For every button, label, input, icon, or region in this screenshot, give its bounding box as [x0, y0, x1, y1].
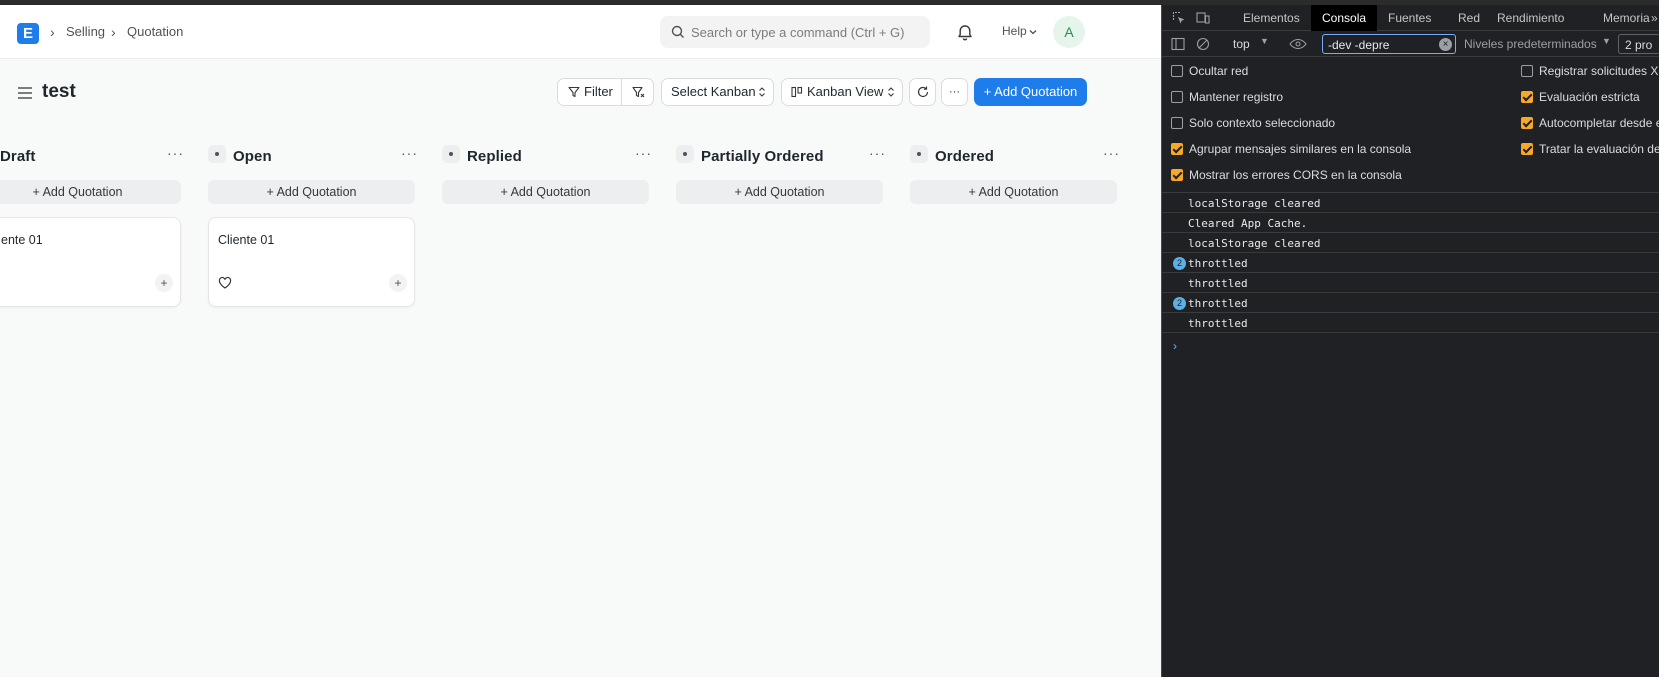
chevron-right-icon: › — [111, 24, 116, 40]
filter-settings-button[interactable] — [621, 78, 654, 106]
caret-down-icon[interactable]: ▼ — [1602, 36, 1611, 46]
filter-x-icon — [632, 86, 645, 98]
sidebar-toggle-icon[interactable] — [1171, 37, 1185, 51]
column-add-button[interactable]: + Add Quotation — [0, 180, 181, 204]
eye-icon[interactable] — [1289, 37, 1307, 51]
avatar[interactable]: A — [1053, 16, 1085, 48]
clear-console-icon[interactable] — [1196, 37, 1210, 51]
app-area: E › Selling › Quotation Search or type a… — [0, 5, 1161, 677]
column-add-button[interactable]: + Add Quotation — [208, 180, 415, 204]
column-menu-button[interactable]: ··· — [869, 145, 886, 161]
filter-icon — [568, 86, 580, 98]
bell-icon[interactable] — [955, 23, 975, 43]
card-add-button[interactable]: + — [155, 274, 173, 292]
kanban-card[interactable]: ente 01 + — [0, 217, 181, 307]
issues-counter[interactable]: 2 pro — [1618, 34, 1659, 54]
column-title-open: Open — [233, 148, 272, 165]
add-quotation-button[interactable]: + Add Quotation — [974, 78, 1087, 106]
tab-consola[interactable]: Consola — [1311, 5, 1378, 31]
search-placeholder: Search or type a command (Ctrl + G) — [691, 25, 905, 40]
console-message: throttled — [1162, 313, 1659, 333]
search-icon — [671, 25, 684, 38]
heart-icon[interactable] — [218, 276, 232, 290]
checkbox[interactable] — [1171, 65, 1183, 77]
column-indicator[interactable] — [442, 145, 460, 163]
breadcrumb-quotation[interactable]: Quotation — [127, 24, 183, 39]
select-arrows-icon — [759, 87, 765, 97]
clear-filter-icon[interactable]: × — [1439, 38, 1452, 51]
card-title: Cliente 01 — [218, 233, 275, 247]
repeat-count-badge: 2 — [1173, 257, 1186, 270]
refresh-icon — [917, 86, 929, 98]
column-indicator[interactable] — [208, 145, 226, 163]
checkbox-checked[interactable] — [1171, 143, 1183, 155]
console-prompt[interactable]: › — [1173, 339, 1177, 353]
column-menu-button[interactable]: ··· — [635, 145, 652, 161]
select-arrows-icon — [888, 87, 894, 97]
repeat-count-badge: 2 — [1173, 297, 1186, 310]
device-toolbar-icon[interactable] — [1196, 11, 1210, 25]
filter-button[interactable]: Filter — [557, 78, 622, 106]
column-indicator[interactable] — [910, 145, 928, 163]
select-kanban-button[interactable]: Select Kanban — [661, 78, 774, 106]
column-menu-button[interactable]: ··· — [1103, 145, 1120, 161]
page-title: test — [42, 81, 76, 102]
kanban-icon — [791, 86, 803, 98]
hamburger-icon[interactable] — [17, 86, 33, 100]
checkbox-checked[interactable] — [1521, 91, 1533, 103]
tab-red[interactable]: Red — [1458, 5, 1480, 31]
console-message: localStorage cleared — [1162, 233, 1659, 253]
column-add-button[interactable]: + Add Quotation — [442, 180, 649, 204]
inspect-element-icon[interactable] — [1172, 11, 1186, 25]
console-message: 2 throttled — [1162, 253, 1659, 273]
tab-fuentes[interactable]: Fuentes — [1388, 5, 1431, 31]
more-tabs-icon[interactable]: » — [1651, 5, 1658, 31]
card-title: ente 01 — [1, 233, 43, 247]
breadcrumb-selling[interactable]: Selling — [66, 24, 105, 39]
help-menu[interactable]: Help — [1002, 24, 1027, 38]
log-levels-dropdown[interactable]: Niveles predeterminados — [1464, 37, 1597, 51]
column-add-button[interactable]: + Add Quotation — [676, 180, 883, 204]
console-message: Cleared App Cache. — [1162, 213, 1659, 233]
caret-down-icon[interactable]: ▼ — [1260, 36, 1269, 46]
console-message: throttled — [1162, 273, 1659, 293]
checkbox-checked[interactable] — [1521, 117, 1533, 129]
checkbox-checked[interactable] — [1521, 143, 1533, 155]
refresh-button[interactable] — [909, 78, 936, 106]
column-indicator[interactable] — [676, 145, 694, 163]
chevron-right-icon: › — [50, 24, 55, 40]
devtools-panel: Elementos Consola Fuentes Red Rendimient… — [1161, 5, 1659, 677]
console-message: 2 throttled — [1162, 293, 1659, 313]
column-add-button[interactable]: + Add Quotation — [910, 180, 1117, 204]
tab-rendimiento[interactable]: Rendimiento — [1497, 5, 1564, 31]
card-add-button[interactable]: + — [389, 274, 407, 292]
tab-elementos[interactable]: Elementos — [1243, 5, 1300, 31]
column-title-ordered: Ordered — [935, 148, 995, 165]
kanban-card[interactable]: Cliente 01 + — [208, 217, 415, 307]
search-bar[interactable]: Search or type a command (Ctrl + G) — [660, 16, 930, 48]
console-filter-input[interactable]: -dev -depre × — [1322, 34, 1456, 54]
console-message: localStorage cleared — [1162, 193, 1659, 213]
context-selector[interactable]: top — [1233, 37, 1250, 51]
checkbox-checked[interactable] — [1171, 169, 1183, 181]
tab-memoria[interactable]: Memoria — [1603, 5, 1650, 31]
kanban-view-button[interactable]: Kanban View — [781, 78, 903, 106]
column-menu-button[interactable]: ··· — [401, 145, 418, 161]
console-toolbar: top ▼ -dev -depre × Niveles predetermina… — [1162, 31, 1659, 57]
devtools-tabbar: Elementos Consola Fuentes Red Rendimient… — [1162, 5, 1659, 31]
column-title-partially-ordered: Partially Ordered — [701, 148, 824, 165]
app-logo[interactable]: E — [17, 23, 39, 44]
more-actions-button[interactable]: ··· — [941, 78, 968, 106]
column-title-replied: Replied — [467, 148, 522, 165]
checkbox[interactable] — [1171, 117, 1183, 129]
checkbox[interactable] — [1521, 65, 1533, 77]
chevron-down-icon[interactable] — [1028, 27, 1038, 37]
checkbox[interactable] — [1171, 91, 1183, 103]
navbar: E › Selling › Quotation Search or type a… — [0, 5, 1161, 59]
column-menu-button[interactable]: ··· — [167, 145, 184, 161]
column-title-draft: Draft — [0, 148, 36, 165]
